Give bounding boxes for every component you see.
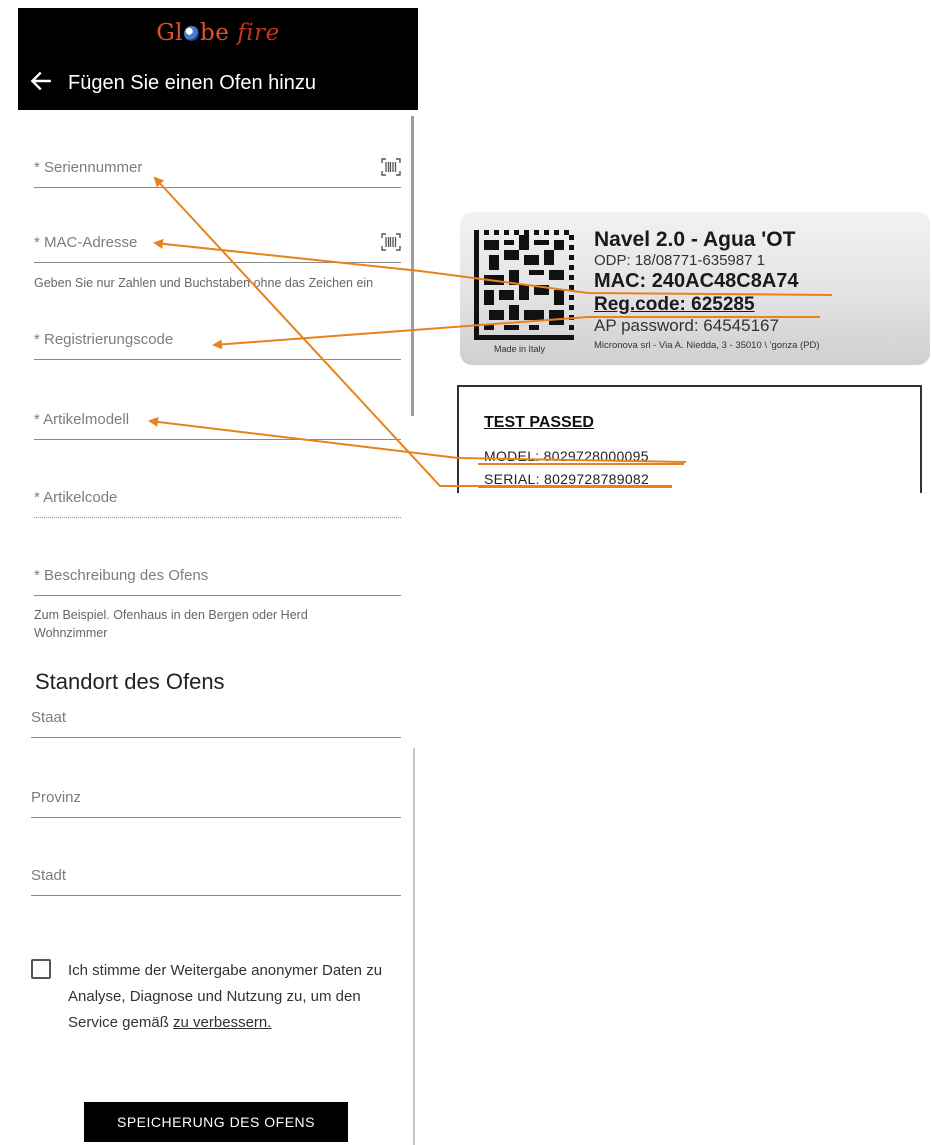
barcode-scan-icon[interactable] xyxy=(381,158,401,176)
stove-description-input[interactable] xyxy=(34,556,401,595)
globe-icon xyxy=(184,26,200,41)
state-input[interactable] xyxy=(31,698,401,737)
article-code-input[interactable] xyxy=(34,478,401,517)
mac-hint: Geben Sie nur Zahlen und Buchstaben ohne… xyxy=(34,276,374,290)
label-ap-password: AP password: 64545167 xyxy=(594,316,779,335)
device-label-photo: Made in Italy Navel 2.0 - Agua 'OT ODP: … xyxy=(460,212,930,365)
registration-code-input[interactable] xyxy=(34,320,401,359)
back-arrow-icon[interactable] xyxy=(28,68,54,94)
logo-text-a: Gl xyxy=(156,20,184,46)
scrollbar-thumb[interactable] xyxy=(411,116,414,416)
location-section-title: Standort des Ofens xyxy=(35,669,225,694)
stove-description-field[interactable] xyxy=(34,556,401,596)
consent-checkbox[interactable] xyxy=(31,959,51,979)
page-title: Fügen Sie einen Ofen hinzu xyxy=(68,72,316,94)
city-input[interactable] xyxy=(31,856,401,895)
article-model-input[interactable] xyxy=(34,400,401,439)
article-code-field[interactable] xyxy=(34,478,401,518)
test-serial: SERIAL: 8029728789082 xyxy=(484,471,650,487)
description-hint: Zum Beispiel. Ofenhaus in den Bergen ode… xyxy=(34,608,308,640)
logo-text-b: be xyxy=(200,20,230,46)
serial-number-field[interactable] xyxy=(34,148,401,188)
serial-number-input[interactable] xyxy=(34,148,401,187)
label-mac: MAC: 240AC48C8A74 xyxy=(594,270,799,292)
consent-text: Ich stimme der Weitergabe anonymer Daten… xyxy=(68,958,413,1036)
registration-code-field[interactable] xyxy=(34,320,401,360)
globe-fire-logo: Gl be fire xyxy=(18,20,418,46)
province-input[interactable] xyxy=(31,778,401,817)
label-odp: ODP: 18/08771-635987 1 xyxy=(594,252,765,269)
label-product-name: Navel 2.0 - Agua 'OT xyxy=(594,228,796,251)
test-passed-title: TEST PASSED xyxy=(484,414,594,431)
data-matrix-code xyxy=(474,230,574,340)
consent-link[interactable]: zu verbessern. xyxy=(173,1014,271,1031)
label-reg-code: Reg.code: 625285 xyxy=(594,294,755,315)
save-stove-button[interactable]: SPEICHERUNG DES OFENS xyxy=(84,1102,348,1142)
province-field[interactable] xyxy=(31,778,401,818)
logo-text-fire: fire xyxy=(237,20,280,46)
add-stove-screen: Glbe fire Fügen Sie einen Ofen hinzu Geb… xyxy=(18,8,418,1145)
label-footer: Micronova srl - Via A. Niedda, 3 - 35010… xyxy=(594,340,820,351)
article-model-field[interactable] xyxy=(34,400,401,440)
app-header: Gl be fire Fügen Sie einen Ofen hinzu xyxy=(18,8,418,110)
made-in-italy-text: Made in Italy xyxy=(494,344,546,354)
scrollbar-track[interactable] xyxy=(413,748,415,1145)
city-field[interactable] xyxy=(31,856,401,896)
test-label-photo: TEST PASSED MODEL: 8029728000095 SERIAL:… xyxy=(457,385,922,493)
mac-address-field[interactable] xyxy=(34,223,401,263)
barcode-scan-icon[interactable] xyxy=(381,233,401,251)
state-field[interactable] xyxy=(31,698,401,738)
mac-address-input[interactable] xyxy=(34,223,401,262)
test-model: MODEL: 8029728000095 xyxy=(484,448,649,464)
